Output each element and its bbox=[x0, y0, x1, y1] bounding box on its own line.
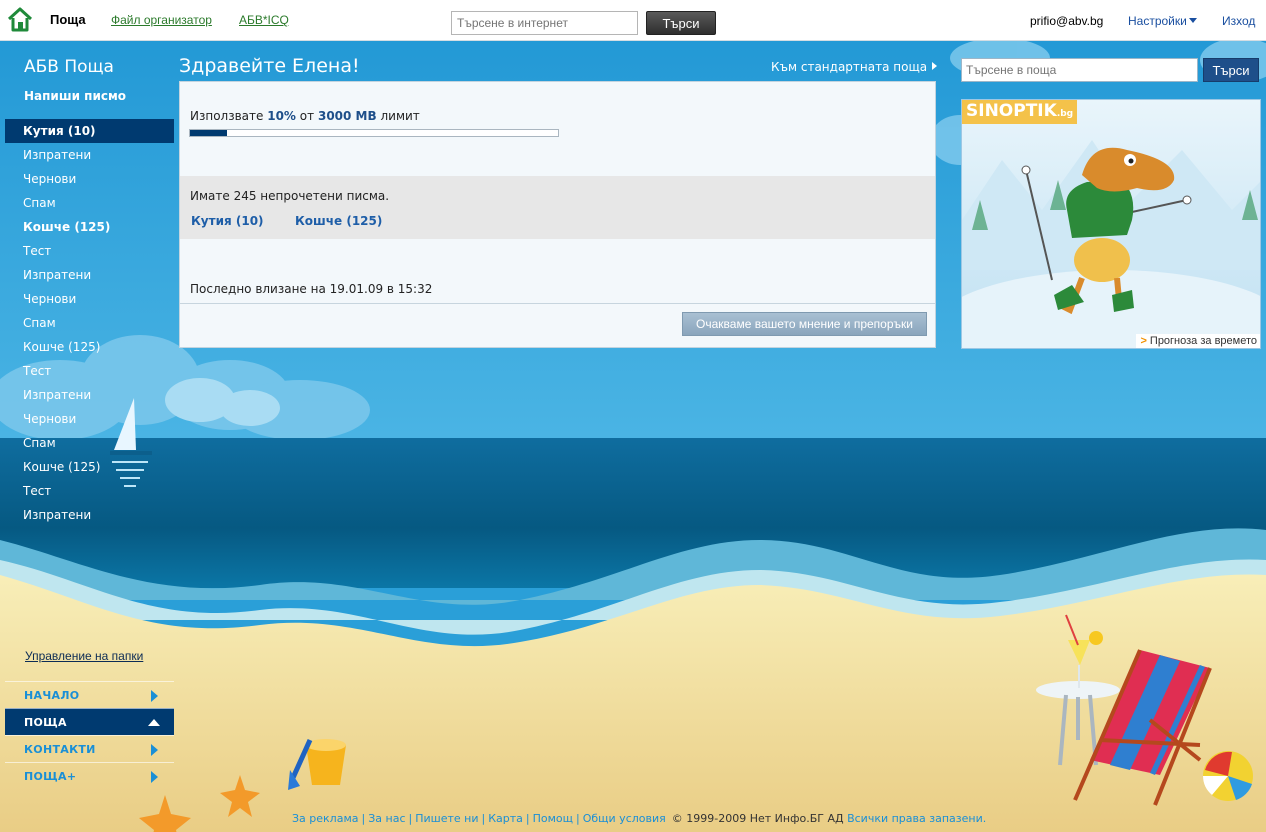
quota-progress-fill bbox=[190, 130, 227, 136]
classic-mail-link[interactable]: Към стандартната поща bbox=[771, 60, 938, 74]
caret-down-icon bbox=[1188, 18, 1197, 23]
sidebar-folder-item[interactable]: Кошче (125) bbox=[5, 455, 174, 479]
last-login-text: Последно влизане на 19.01.09 в 15:32 bbox=[190, 282, 433, 296]
settings-label: Настройки bbox=[1128, 14, 1187, 28]
sinoptik-logo: SINOPTIK.bg bbox=[962, 100, 1078, 124]
sidebar-folder-item[interactable]: Изпратени bbox=[5, 263, 174, 287]
bottom-nav-item[interactable]: НАЧАЛО bbox=[5, 681, 174, 708]
manage-folders-link[interactable]: Управление на папки bbox=[25, 649, 143, 663]
triangle-right-icon bbox=[151, 771, 158, 783]
sidebar-folder-item[interactable]: Изпратени bbox=[5, 143, 174, 167]
sidebar-folder-item[interactable]: Тест bbox=[5, 479, 174, 503]
sidebar-folder-item[interactable]: Изпратени bbox=[5, 503, 174, 527]
sidebar-folder-item[interactable]: Тест bbox=[5, 239, 174, 263]
greeting: Здравейте Елена! bbox=[179, 55, 360, 77]
footer-separator: | bbox=[361, 812, 366, 825]
quota-middle: от bbox=[299, 109, 315, 123]
footer-separator: | bbox=[525, 812, 530, 825]
footer-link[interactable]: Помощ bbox=[533, 812, 573, 825]
footer-separator: | bbox=[408, 812, 413, 825]
sidebar-folder-item[interactable]: Спам bbox=[5, 311, 174, 335]
sidebar-folder-item[interactable]: Изпратени bbox=[5, 383, 174, 407]
bottom-nav-label: ПОЩА+ bbox=[24, 770, 77, 783]
caption-marker-icon: > bbox=[1140, 335, 1147, 347]
weather-ad-banner[interactable]: SINOPTIK.bg > Прогноза за времето bbox=[961, 99, 1261, 349]
divider bbox=[180, 303, 935, 304]
feedback-button[interactable]: Очакваме вашето мнение и препоръки bbox=[682, 312, 927, 336]
unread-count-text: Имате 245 непрочетени писма. bbox=[190, 189, 390, 203]
nav-mail[interactable]: Поща bbox=[50, 12, 86, 27]
web-search-input[interactable] bbox=[451, 11, 638, 35]
web-search-button[interactable]: Търси bbox=[646, 11, 716, 35]
user-email: prifio@abv.bg bbox=[1030, 14, 1104, 28]
quota-suffix: лимит bbox=[380, 109, 420, 123]
compose-link[interactable]: Напиши писмо bbox=[24, 89, 126, 103]
settings-menu[interactable]: Настройки bbox=[1128, 14, 1197, 28]
footer-link[interactable]: Общи условия bbox=[583, 812, 666, 825]
footer-link[interactable]: Пишете ни bbox=[415, 812, 478, 825]
home-icon[interactable] bbox=[6, 5, 34, 33]
bottom-nav-label: КОНТАКТИ bbox=[24, 743, 96, 756]
sidebar-folder-item[interactable]: Кошче (125) bbox=[5, 215, 174, 239]
beach-ball-icon bbox=[1203, 751, 1253, 801]
classic-mail-label: Към стандартната поща bbox=[771, 60, 928, 74]
sidebar-folder-item[interactable]: Чернови bbox=[5, 287, 174, 311]
bottom-nav-label: ПОЩА bbox=[24, 716, 67, 729]
main-panel: Използвате 10% от 3000 MB лимит Имате 24… bbox=[179, 81, 936, 348]
footer-link[interactable]: Карта bbox=[488, 812, 523, 825]
quota-progress-bar bbox=[189, 129, 559, 137]
footer: За реклама | За нас | Пишете ни | Карта | Помощ |… bbox=[292, 812, 986, 825]
triangle-right-icon bbox=[151, 690, 158, 702]
footer-link[interactable]: За реклама bbox=[292, 812, 359, 825]
unread-section: Имате 245 непрочетени писма. Кутия (10) … bbox=[180, 176, 935, 239]
mail-search-button[interactable]: Търси bbox=[1203, 58, 1259, 82]
triangle-up-icon bbox=[148, 719, 160, 726]
sidebar-folder-item[interactable]: Спам bbox=[5, 431, 174, 455]
top-bar: Поща Файл организатор АБВ*ICQ Търси prif… bbox=[0, 0, 1266, 41]
copyright-text: © 1999-2009 Нет Инфо.БГ АД bbox=[671, 812, 844, 825]
weather-forecast-label: Прогноза за времето bbox=[1149, 335, 1257, 347]
brand-title: АБВ Поща bbox=[24, 57, 114, 77]
sidebar-folder-item[interactable]: Чернови bbox=[5, 167, 174, 191]
quota-percent: 10% bbox=[267, 109, 296, 123]
bottom-nav-label: НАЧАЛО bbox=[24, 689, 80, 702]
sidebar-folder-item[interactable]: Кошче (125) bbox=[5, 335, 174, 359]
weather-ad-illustration bbox=[962, 100, 1260, 348]
bottom-nav-item[interactable]: КОНТАКТИ bbox=[5, 735, 174, 762]
mail-search-input[interactable] bbox=[961, 58, 1198, 82]
sidebar-folder-item[interactable]: Тест bbox=[5, 359, 174, 383]
unread-inbox-link[interactable]: Кутия (10) bbox=[191, 214, 264, 228]
quota-text: Използвате 10% от 3000 MB лимит bbox=[190, 109, 420, 123]
nav-icq[interactable]: АБВ*ICQ bbox=[239, 13, 289, 27]
sidebar-folder-item[interactable]: Кутия (10) bbox=[5, 119, 174, 143]
nav-file-organizer[interactable]: Файл организатор bbox=[111, 13, 212, 27]
sidebar-folder-item[interactable]: Чернови bbox=[5, 407, 174, 431]
folder-list: Кутия (10) Изпратени Чернови Спам Кошче (125… bbox=[5, 119, 174, 527]
quota-limit: 3000 MB bbox=[317, 109, 377, 123]
footer-separator: | bbox=[576, 812, 580, 825]
logout-link[interactable]: Изход bbox=[1222, 14, 1255, 28]
bottom-nav-item[interactable]: ПОЩА bbox=[5, 708, 174, 735]
arrow-right-icon bbox=[932, 62, 938, 70]
footer-separator: | bbox=[481, 812, 486, 825]
bottom-nav: НАЧАЛО ПОЩА КОНТАКТИ ПОЩА+ bbox=[5, 681, 174, 789]
bottom-nav-item[interactable]: ПОЩА+ bbox=[5, 762, 174, 789]
quota-prefix: Използвате bbox=[190, 109, 264, 123]
sidebar-folder-item[interactable]: Спам bbox=[5, 191, 174, 215]
unread-trash-link[interactable]: Кошче (125) bbox=[295, 214, 382, 228]
rights-link[interactable]: Всички права запазени. bbox=[847, 812, 986, 825]
weather-forecast-link[interactable]: > Прогноза за времето bbox=[1136, 334, 1260, 348]
footer-link[interactable]: За нас bbox=[368, 812, 405, 825]
triangle-right-icon bbox=[151, 744, 158, 756]
sinoptik-logo-text: SINOPTIK bbox=[966, 101, 1057, 121]
sinoptik-logo-suffix: .bg bbox=[1056, 109, 1074, 119]
